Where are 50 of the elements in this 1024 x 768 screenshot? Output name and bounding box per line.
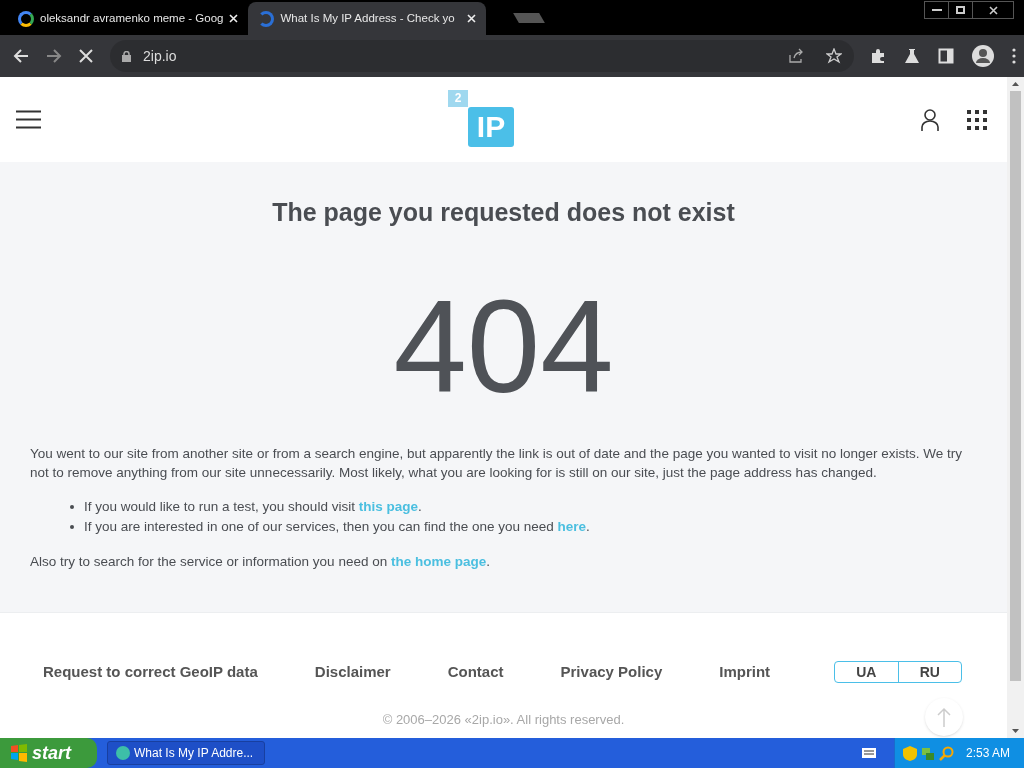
- clock: 2:53 AM: [965, 745, 1010, 762]
- start-button[interactable]: start: [0, 738, 97, 768]
- side-panel-icon[interactable]: [938, 48, 954, 64]
- lock-icon: [122, 50, 131, 62]
- forward-icon[interactable]: [46, 48, 62, 64]
- intro-paragraph: You went to our site from another site or from a search engine, but apparently the link is out of date and the page you wanted to visit no longer exists. We try not to remove anything from our site unnecessarily. Most likely, what you are looking for is still on our site, just the page address has changed.: [30, 444, 964, 482]
- footer-link[interactable]: Request to correct GeoIP data: [43, 661, 258, 684]
- site-icon: [116, 746, 130, 760]
- star-icon[interactable]: [826, 48, 842, 64]
- footer-link[interactable]: Contact: [447, 661, 504, 684]
- footer-link[interactable]: Disclaimer: [314, 661, 391, 684]
- share-icon[interactable]: [788, 48, 804, 64]
- language-button[interactable]: UA: [835, 662, 898, 683]
- taskbar-button[interactable]: What Is My IP Addre...: [107, 741, 265, 765]
- menu-icon[interactable]: [16, 110, 41, 129]
- menu-icon[interactable]: [1012, 48, 1016, 64]
- search-paragraph: Also try to search for the service or information you need on the home page.: [30, 552, 491, 571]
- bullet-icon: [70, 504, 74, 509]
- google-icon: [18, 10, 34, 27]
- close-tab-icon[interactable]: [467, 14, 477, 23]
- user-icon[interactable]: [921, 108, 939, 131]
- stop-icon[interactable]: [79, 49, 93, 63]
- puzzle-icon[interactable]: [870, 48, 886, 64]
- close-tab-icon[interactable]: [229, 14, 239, 23]
- footer-link[interactable]: Imprint: [719, 661, 771, 684]
- bullet-icon: [70, 524, 74, 529]
- keyboard-icon[interactable]: [861, 748, 876, 758]
- address-text: 2ip.io: [143, 46, 178, 66]
- avatar-icon[interactable]: [972, 45, 994, 67]
- language-button[interactable]: RU: [897, 662, 961, 683]
- copyright-text: © 2006–2026 «2ip.io». All rights reserved.: [382, 711, 625, 728]
- back-icon[interactable]: [13, 48, 29, 64]
- site-icon: [258, 10, 275, 27]
- browser-tab[interactable]: What Is My IP Address - Check yo: [248, 2, 487, 35]
- minimize-icon[interactable]: [931, 9, 942, 11]
- windows-logo-icon: [10, 744, 28, 762]
- tab-title: oleksandr avramenko meme - Goog: [40, 10, 224, 26]
- tab-title: What Is My IP Address - Check yo: [280, 10, 456, 26]
- footer-link[interactable]: Privacy Policy: [560, 661, 663, 684]
- flask-icon[interactable]: [904, 48, 920, 64]
- address-bar[interactable]: 2ip.io: [110, 40, 854, 72]
- close-icon[interactable]: [988, 5, 998, 15]
- restore-icon[interactable]: [956, 6, 965, 14]
- apps-grid-icon[interactable]: [967, 109, 987, 130]
- new-tab-icon[interactable]: [513, 13, 546, 23]
- page-heading: The page you requested does not exist: [271, 197, 736, 228]
- list-item-text: If you would like to run a test, you should visit this page.: [84, 497, 422, 516]
- scrollbar[interactable]: [1007, 77, 1024, 738]
- error-code: 404: [393, 281, 614, 412]
- list-item-text: If you are interested in one of our services, then you can find the one you need here.: [84, 517, 590, 536]
